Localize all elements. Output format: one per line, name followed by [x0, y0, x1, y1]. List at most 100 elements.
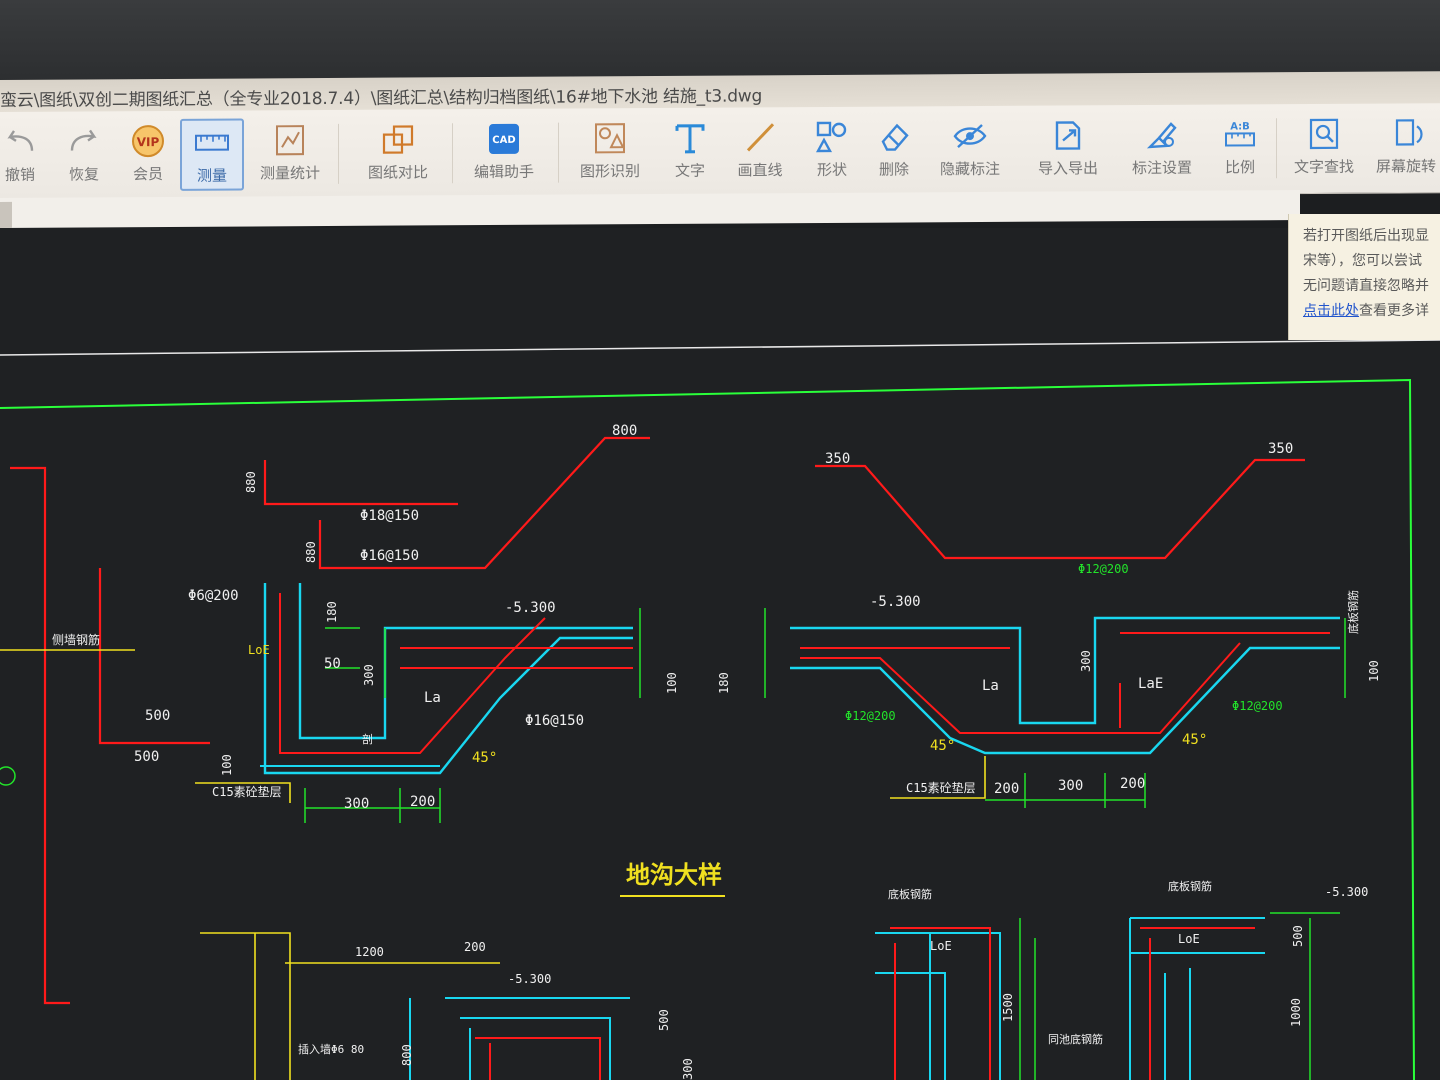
delete-label: 删除	[878, 160, 909, 179]
measure-button[interactable]: 测量	[180, 118, 244, 191]
axis-bubble	[0, 766, 16, 786]
label-same-pool-rebar: 同池底钢筋	[1048, 1032, 1103, 1046]
notice-line-4: 点击此处查看更多详	[1303, 299, 1440, 324]
text-icon	[670, 120, 710, 156]
annotation-settings-label: 标注设置	[1131, 158, 1192, 178]
label-bottom-rebar-3: 底板钢筋	[1346, 590, 1360, 634]
label-500-a: 500	[145, 708, 170, 724]
label-300-e: 300	[681, 1058, 695, 1080]
label-800: 800	[612, 423, 637, 439]
text-search-button[interactable]: 文字查找	[1286, 112, 1362, 184]
svg-text:A:B: A:B	[1230, 121, 1250, 132]
text-button[interactable]: 文字	[652, 116, 728, 188]
label-300-d: 300	[1058, 778, 1083, 794]
label-180-b: 180	[717, 672, 731, 694]
shape-icon	[812, 119, 852, 155]
measure-stats-button[interactable]: 测量统计	[252, 118, 328, 190]
rotate-screen-label: 屏幕旋转	[1376, 157, 1437, 176]
cad-edit-button[interactable]: CAD 编辑助手	[466, 117, 542, 189]
shape-recognize-button[interactable]: 图形识别	[572, 116, 648, 188]
svg-text:CAD: CAD	[492, 135, 515, 146]
label-300-c: 300	[344, 796, 369, 812]
redo-icon	[64, 123, 104, 159]
label-500-d: 500	[1291, 925, 1305, 947]
delete-button[interactable]: 删除	[856, 114, 932, 186]
label-rebar-18: Φ18@150	[360, 508, 419, 524]
notice-line-3: 无问题请直接忽略并	[1303, 278, 1429, 294]
rotate-screen-button[interactable]: 屏幕旋转	[1376, 111, 1440, 183]
vip-button[interactable]: VIP 会员	[110, 119, 186, 191]
main-toolbar: 撤销 恢复 VIP 会员 测量 测量统计 图纸对比 CAD 编辑助手 图形识别 …	[0, 103, 1440, 202]
compare-button[interactable]: 图纸对比	[360, 117, 436, 189]
drawing-top-border	[0, 339, 1440, 356]
cad-drawing: 800 350 350 Φ18@150 Φ16@150 Φ12@200 Φ6@2…	[0, 339, 1440, 1080]
rotate-screen-icon	[1388, 115, 1428, 151]
drawing-canvas[interactable]: 800 350 350 Φ18@150 Φ16@150 Φ12@200 Φ6@2…	[0, 228, 1440, 1080]
label-100-a: 100	[220, 754, 234, 776]
compare-label: 图纸对比	[367, 163, 428, 182]
label-loe-2: LoE	[930, 939, 952, 953]
label-200-c: 200	[1120, 776, 1145, 792]
label-45-right: 45°	[930, 738, 955, 754]
label-rebar-6: Φ6@200	[188, 588, 239, 604]
label-elev-1: -5.300	[505, 600, 556, 616]
lower-right-rebar	[1140, 927, 1255, 1080]
toolbar-separator	[338, 123, 339, 184]
annotation-settings-button[interactable]: 标注设置	[1124, 113, 1200, 185]
label-500-c: 500	[657, 1009, 671, 1031]
measure-stats-label: 测量统计	[259, 164, 320, 183]
scale-icon: A:B	[1220, 116, 1260, 152]
undo-icon	[0, 124, 40, 160]
label-1000: 1000	[1289, 998, 1303, 1027]
label-bottom-rebar-1: 底板钢筋	[888, 887, 932, 901]
notice-line-2: 宋等），您可以尝试	[1303, 253, 1422, 269]
label-880-b: 880	[304, 541, 318, 563]
shape-recognize-icon	[590, 120, 630, 156]
label-800-b: 800	[400, 1044, 414, 1066]
import-export-button[interactable]: 导入导出	[1030, 113, 1106, 185]
scale-button[interactable]: A:B 比例	[1202, 112, 1278, 184]
monitor-bezel	[0, 0, 1440, 82]
draw-line-label: 画直线	[737, 161, 783, 180]
label-loe: LoE	[248, 643, 270, 657]
draw-line-button[interactable]: 画直线	[722, 115, 798, 187]
drawing-title: 地沟大样	[626, 861, 722, 889]
svg-text:VIP: VIP	[137, 135, 160, 149]
label-side-wall-rebar: 侧墙钢筋	[52, 632, 100, 647]
label-elev-4: -5.300	[1325, 885, 1368, 899]
label-bottom-rebar-2: 底板钢筋	[1168, 879, 1212, 893]
label-c15-left: C15素砼垫层	[212, 784, 282, 799]
label-100-c: 100	[1367, 660, 1381, 682]
notice-line-1: 若打开图纸后出现显	[1303, 228, 1429, 244]
hide-annotation-button[interactable]: 隐藏标注	[932, 114, 1008, 186]
label-c15-right: C15素砼垫层	[906, 780, 976, 795]
label-rebar-16-b: Φ16@150	[525, 713, 584, 729]
rebar-shape-c	[815, 458, 1305, 560]
line-icon	[740, 119, 780, 155]
trench-outline-left	[263, 583, 633, 775]
toolbar-separator	[558, 122, 559, 183]
notice-link-suffix: 查看更多详	[1359, 303, 1429, 319]
toolbar-separator	[1276, 118, 1277, 179]
document-tab[interactable]	[0, 201, 12, 228]
label-1500: 1500	[1001, 993, 1015, 1022]
text-label: 文字	[674, 161, 705, 180]
left-wall-rebar	[10, 466, 70, 1005]
label-300-a: 300	[362, 664, 376, 686]
label-rebar-12-right: Φ12@200	[1232, 699, 1283, 713]
measure-label: 测量	[196, 166, 227, 185]
rebar-slab-left	[400, 647, 633, 669]
label-la-right: La	[982, 678, 999, 694]
label-insert-wall: 插入墙Φ6 80	[298, 1042, 364, 1056]
notice-panel: 若打开图纸后出现显 宋等），您可以尝试 无问题请直接忽略并 点击此处查看更多详	[1288, 214, 1440, 340]
measure-icon	[192, 125, 232, 161]
label-section-mark: 剖	[362, 732, 373, 746]
label-200-d: 200	[464, 940, 486, 954]
text-search-label: 文字查找	[1293, 157, 1354, 177]
notice-link[interactable]: 点击此处	[1303, 303, 1359, 319]
lower-left-rebar	[475, 1037, 601, 1080]
hide-eye-icon	[950, 118, 990, 154]
label-la-left: La	[424, 690, 441, 706]
shape-recognize-label: 图形识别	[579, 162, 640, 181]
import-export-label: 导入导出	[1037, 159, 1098, 178]
